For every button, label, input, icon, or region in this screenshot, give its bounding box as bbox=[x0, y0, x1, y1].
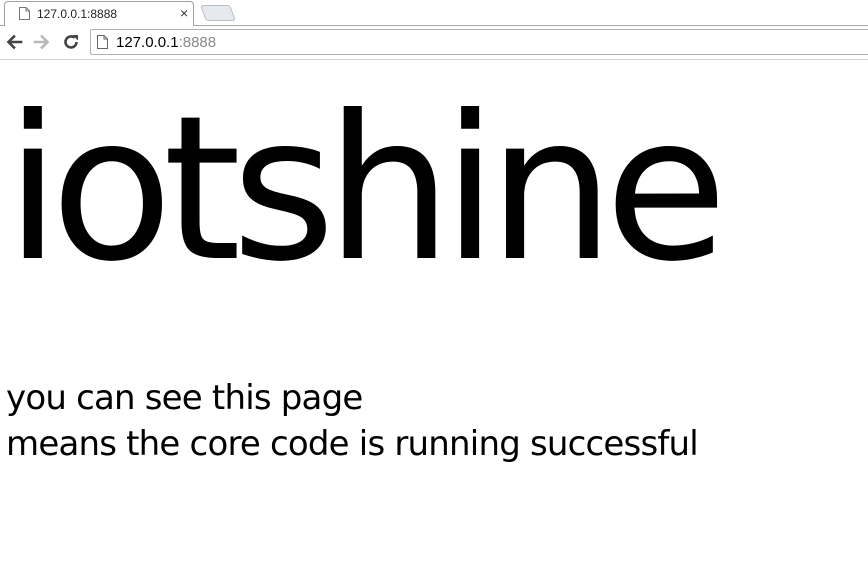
tab-title: 127.0.0.1:8888 bbox=[37, 7, 118, 21]
page-content: iotshine you can see this page means the… bbox=[0, 60, 868, 566]
address-bar[interactable]: 127.0.0.1:8888 bbox=[90, 29, 868, 55]
browser-tab[interactable]: 127.0.0.1:8888 × bbox=[4, 1, 194, 26]
page-icon bbox=[19, 7, 30, 20]
reload-icon[interactable] bbox=[62, 33, 80, 51]
url-port: :8888 bbox=[178, 34, 217, 51]
tab-close-icon[interactable]: × bbox=[180, 5, 188, 21]
url-text[interactable]: 127.0.0.1:8888 bbox=[116, 34, 216, 51]
page-title: iotshine bbox=[5, 73, 728, 306]
arrow-right-icon[interactable] bbox=[33, 33, 51, 51]
new-tab-button[interactable] bbox=[200, 5, 236, 21]
status-line-2: means the core code is running successfu… bbox=[6, 424, 699, 464]
browser-toolbar: 127.0.0.1:8888 bbox=[0, 26, 868, 60]
tab-strip: 127.0.0.1:8888 × bbox=[0, 0, 868, 26]
status-line-1: you can see this page bbox=[6, 378, 363, 418]
page-icon bbox=[97, 35, 108, 49]
url-host: 127.0.0.1 bbox=[116, 34, 179, 51]
arrow-left-icon[interactable] bbox=[5, 33, 23, 51]
